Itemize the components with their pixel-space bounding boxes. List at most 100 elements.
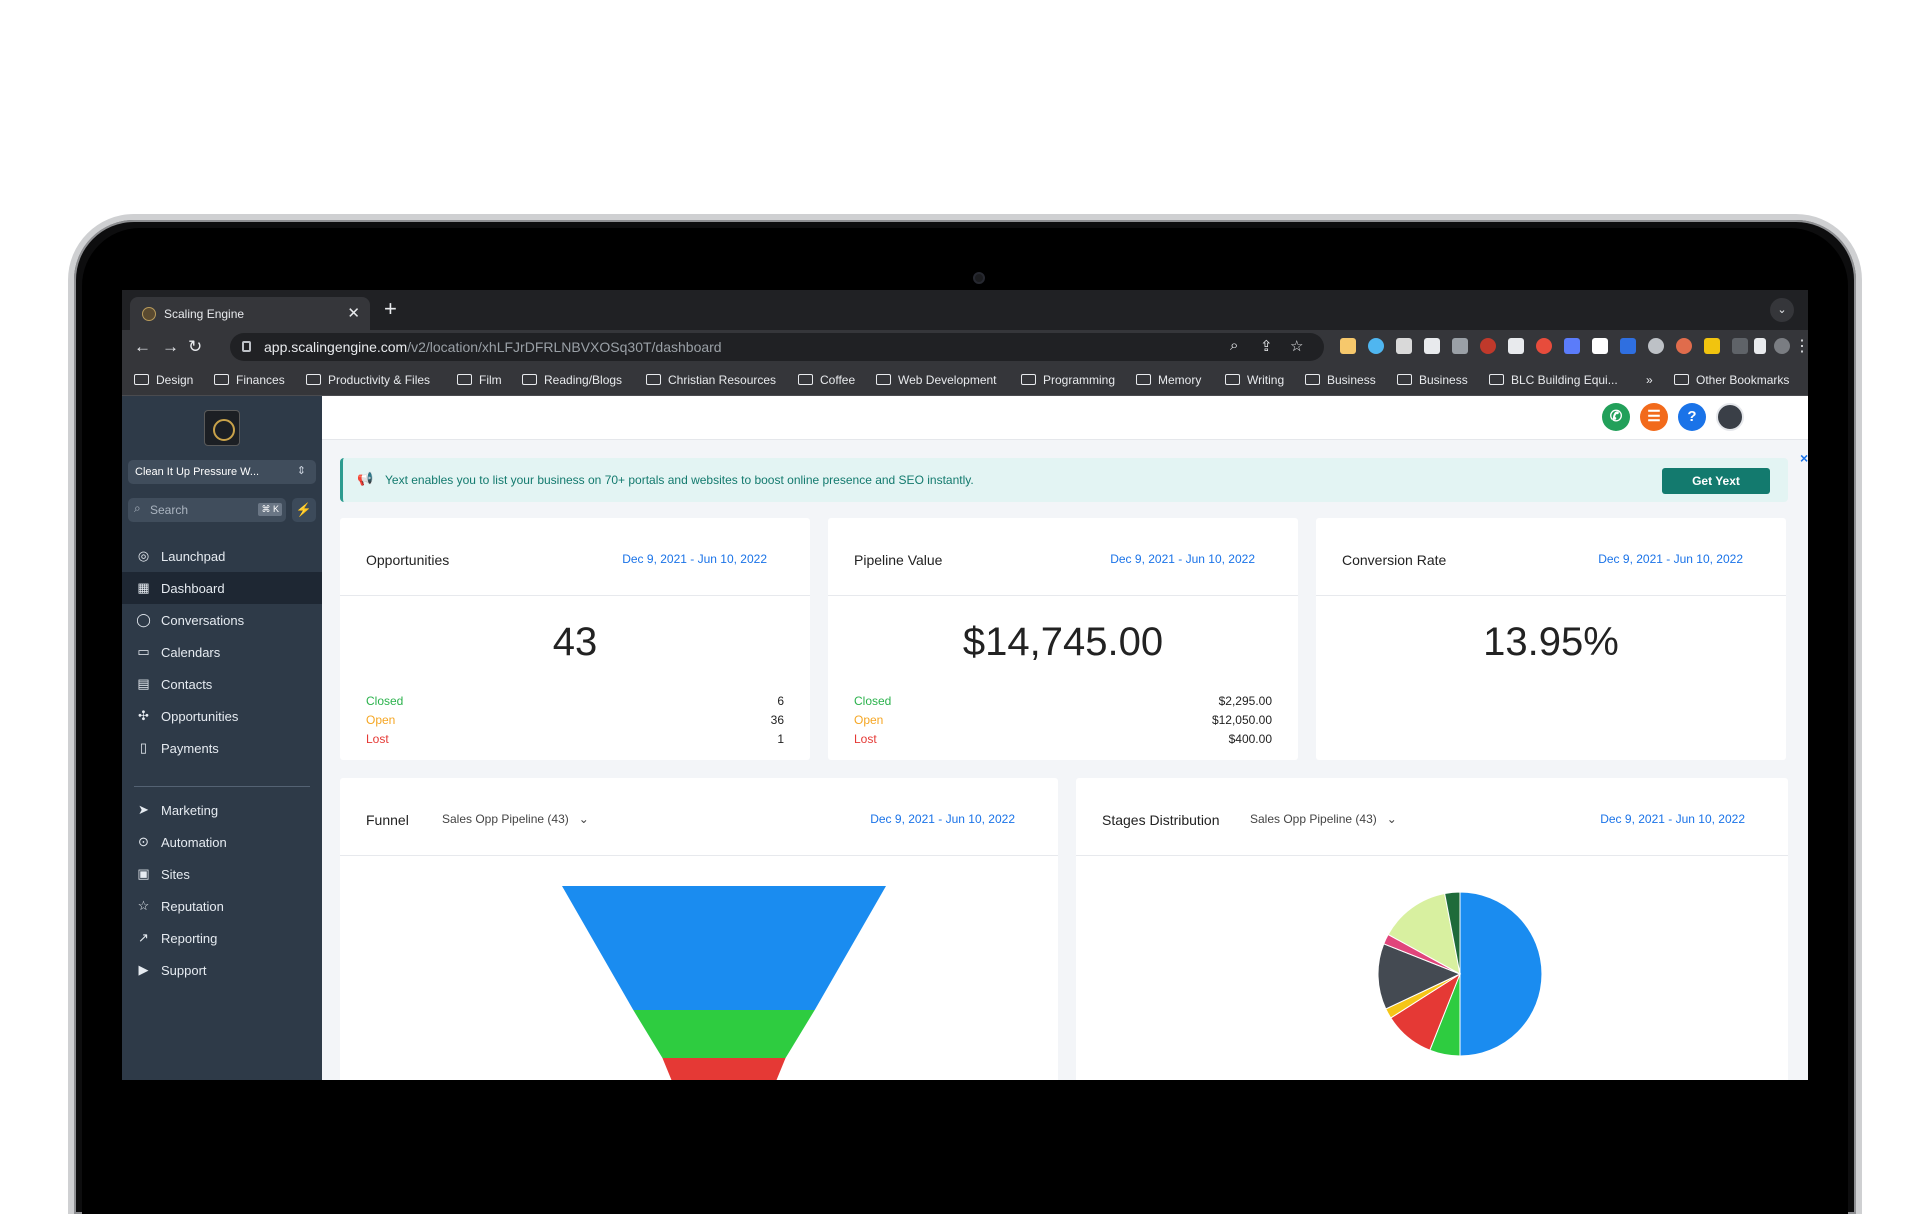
- lost-value: 1: [777, 732, 784, 746]
- card-title: Stages Distribution: [1102, 812, 1220, 828]
- card-header: Conversion Rate Dec 9, 2021 - Jun 10, 20…: [1316, 518, 1786, 596]
- opportunities-card: Opportunities Dec 9, 2021 - Jun 10, 2022…: [340, 518, 810, 760]
- extension-icon[interactable]: [1592, 338, 1608, 354]
- avatar[interactable]: [1716, 403, 1744, 431]
- chevron-down-icon: ⌄: [1386, 812, 1397, 826]
- extension-icon[interactable]: [1396, 338, 1412, 354]
- bookmark-folder[interactable]: Business: [1397, 373, 1468, 387]
- extension-icon[interactable]: [1536, 338, 1552, 354]
- opportunities-count: 43: [552, 620, 598, 664]
- sidebar-item-automation[interactable]: ⊙ Automation: [122, 826, 322, 858]
- bookmark-folder[interactable]: Reading/Blogs: [522, 373, 622, 387]
- more-bookmarks-button[interactable]: »: [1646, 373, 1653, 387]
- date-range[interactable]: Dec 9, 2021 - Jun 10, 2022: [1110, 552, 1255, 566]
- bookmark-folder[interactable]: Programming: [1021, 373, 1115, 387]
- folder-icon: [522, 374, 537, 385]
- get-yext-button[interactable]: Get Yext: [1662, 468, 1770, 494]
- puzzle-icon[interactable]: [1754, 338, 1766, 354]
- back-icon[interactable]: ←: [134, 337, 151, 357]
- sidebar-item-dashboard[interactable]: ▦ Dashboard: [122, 572, 322, 604]
- sidebar-item-support[interactable]: ▶ Support: [122, 954, 322, 986]
- extension-icon[interactable]: [1340, 338, 1356, 354]
- sidebar-item-opportunities[interactable]: ✣ Opportunities: [122, 700, 322, 732]
- extension-icon[interactable]: [1508, 338, 1524, 354]
- search-placeholder: Search: [150, 503, 189, 517]
- date-range[interactable]: Dec 9, 2021 - Jun 10, 2022: [870, 812, 1015, 826]
- bookmark-star-icon[interactable]: ☆: [1290, 337, 1303, 355]
- share-icon[interactable]: ⇪: [1260, 337, 1273, 355]
- card-title: Opportunities: [366, 552, 450, 568]
- bookmark-folder[interactable]: Coffee: [798, 373, 855, 387]
- funnel-card: Funnel Sales Opp Pipeline (43) ⌄ Dec 9, …: [340, 778, 1058, 1080]
- app-topbar: ✆ ☰ ?: [322, 396, 1808, 440]
- extension-icon[interactable]: [1732, 338, 1748, 354]
- funnel-stage-0[interactable]: [562, 886, 886, 1010]
- bookmark-folder[interactable]: Other Bookmarks: [1674, 373, 1789, 387]
- bookmark-folder[interactable]: Film: [457, 373, 502, 387]
- sidebar-item-reporting[interactable]: ↗ Reporting: [122, 922, 322, 954]
- tab-search-button[interactable]: ⌄: [1770, 298, 1794, 322]
- bookmark-folder[interactable]: Web Development: [876, 373, 997, 387]
- help-icon[interactable]: ?: [1678, 403, 1706, 431]
- phone-icon[interactable]: ✆: [1602, 403, 1630, 431]
- extension-icon[interactable]: [1480, 338, 1496, 354]
- reload-icon[interactable]: ↻: [188, 337, 202, 357]
- extension-icon[interactable]: [1564, 338, 1580, 354]
- bookmark-folder[interactable]: Finances: [214, 373, 285, 387]
- sidebar-item-contacts[interactable]: ▤ Contacts: [122, 668, 322, 700]
- date-range[interactable]: Dec 9, 2021 - Jun 10, 2022: [1600, 812, 1745, 826]
- bookmark-folder[interactable]: Productivity & Files: [306, 373, 430, 387]
- funnel-stage-2[interactable]: [662, 1058, 786, 1080]
- extension-icon[interactable]: [1424, 338, 1440, 354]
- folder-icon: [1225, 374, 1240, 385]
- pipeline-value-card: Pipeline Value Dec 9, 2021 - Jun 10, 202…: [828, 518, 1298, 760]
- bookmark-folder[interactable]: Christian Resources: [646, 373, 776, 387]
- forward-icon[interactable]: →: [162, 337, 179, 357]
- bookmark-folder[interactable]: Business: [1305, 373, 1376, 387]
- extension-icon[interactable]: [1704, 338, 1720, 354]
- sidebar-item-reputation[interactable]: ☆ Reputation: [122, 890, 322, 922]
- bookmark-folder[interactable]: Writing: [1225, 373, 1284, 387]
- close-banner-icon[interactable]: ×: [1800, 450, 1808, 466]
- funnel-stage-1[interactable]: [633, 1010, 815, 1058]
- card-header: Pipeline Value Dec 9, 2021 - Jun 10, 202…: [828, 518, 1298, 596]
- bookmarks-bar: Design Finances Productivity & Files Fil…: [122, 364, 1808, 396]
- webcam-icon: [973, 272, 985, 284]
- sidebar-item-conversations[interactable]: ◯ Conversations: [122, 604, 322, 636]
- pie-slice-0[interactable]: [1459, 891, 1543, 1057]
- sidebar-item-calendars[interactable]: ▭ Calendars: [122, 636, 322, 668]
- more-menu-icon[interactable]: ⋮: [1794, 337, 1808, 357]
- new-tab-button[interactable]: +: [384, 298, 397, 320]
- conversion-rate-card: Conversion Rate Dec 9, 2021 - Jun 10, 20…: [1316, 518, 1786, 760]
- date-range[interactable]: Dec 9, 2021 - Jun 10, 2022: [622, 552, 767, 566]
- address-bar[interactable]: app.scalingengine.com/v2/location/xhLFJr…: [230, 333, 1324, 361]
- bookmark-folder[interactable]: Memory: [1136, 373, 1201, 387]
- pipeline-select[interactable]: Sales Opp Pipeline (43) ⌄: [442, 812, 589, 826]
- folder-icon: [457, 374, 472, 385]
- extension-icon[interactable]: [1676, 338, 1692, 354]
- browser-tab[interactable]: Scaling Engine ✕: [130, 297, 370, 330]
- sidebar-item-sites[interactable]: ▣ Sites: [122, 858, 322, 890]
- extension-icon[interactable]: [1368, 338, 1384, 354]
- camera-extension-icon[interactable]: [1452, 338, 1468, 354]
- notifications-list-icon[interactable]: ☰: [1640, 403, 1668, 431]
- account-switcher[interactable]: Clean It Up Pressure W... ⇕: [128, 460, 316, 484]
- profile-avatar-icon[interactable]: [1774, 338, 1790, 354]
- extension-icon[interactable]: [1620, 338, 1636, 354]
- account-name: Clean It Up Pressure W...: [135, 466, 260, 478]
- search-input[interactable]: ⌕ Search ⌘ K: [128, 498, 286, 522]
- pipeline-select[interactable]: Sales Opp Pipeline (43) ⌄: [1250, 812, 1397, 826]
- sidebar-item-payments[interactable]: ▯ Payments: [122, 732, 322, 764]
- quick-action-bolt-icon[interactable]: ⚡: [292, 498, 316, 522]
- card-header: Opportunities Dec 9, 2021 - Jun 10, 2022: [340, 518, 810, 596]
- extension-icon[interactable]: [1648, 338, 1664, 354]
- sidebar-item-marketing[interactable]: ➤ Marketing: [122, 794, 322, 826]
- card-header: Funnel Sales Opp Pipeline (43) ⌄ Dec 9, …: [340, 778, 1058, 856]
- bookmark-folder[interactable]: BLC Building Equi...: [1489, 373, 1618, 387]
- date-range[interactable]: Dec 9, 2021 - Jun 10, 2022: [1598, 552, 1743, 566]
- close-tab-icon[interactable]: ✕: [347, 304, 360, 322]
- url-text: app.scalingengine.com/v2/location/xhLFJr…: [264, 339, 722, 355]
- sidebar-item-launchpad[interactable]: ◎ Launchpad: [122, 540, 322, 572]
- bookmark-folder[interactable]: Design: [134, 373, 193, 387]
- zoom-icon[interactable]: ⌕: [1230, 337, 1238, 354]
